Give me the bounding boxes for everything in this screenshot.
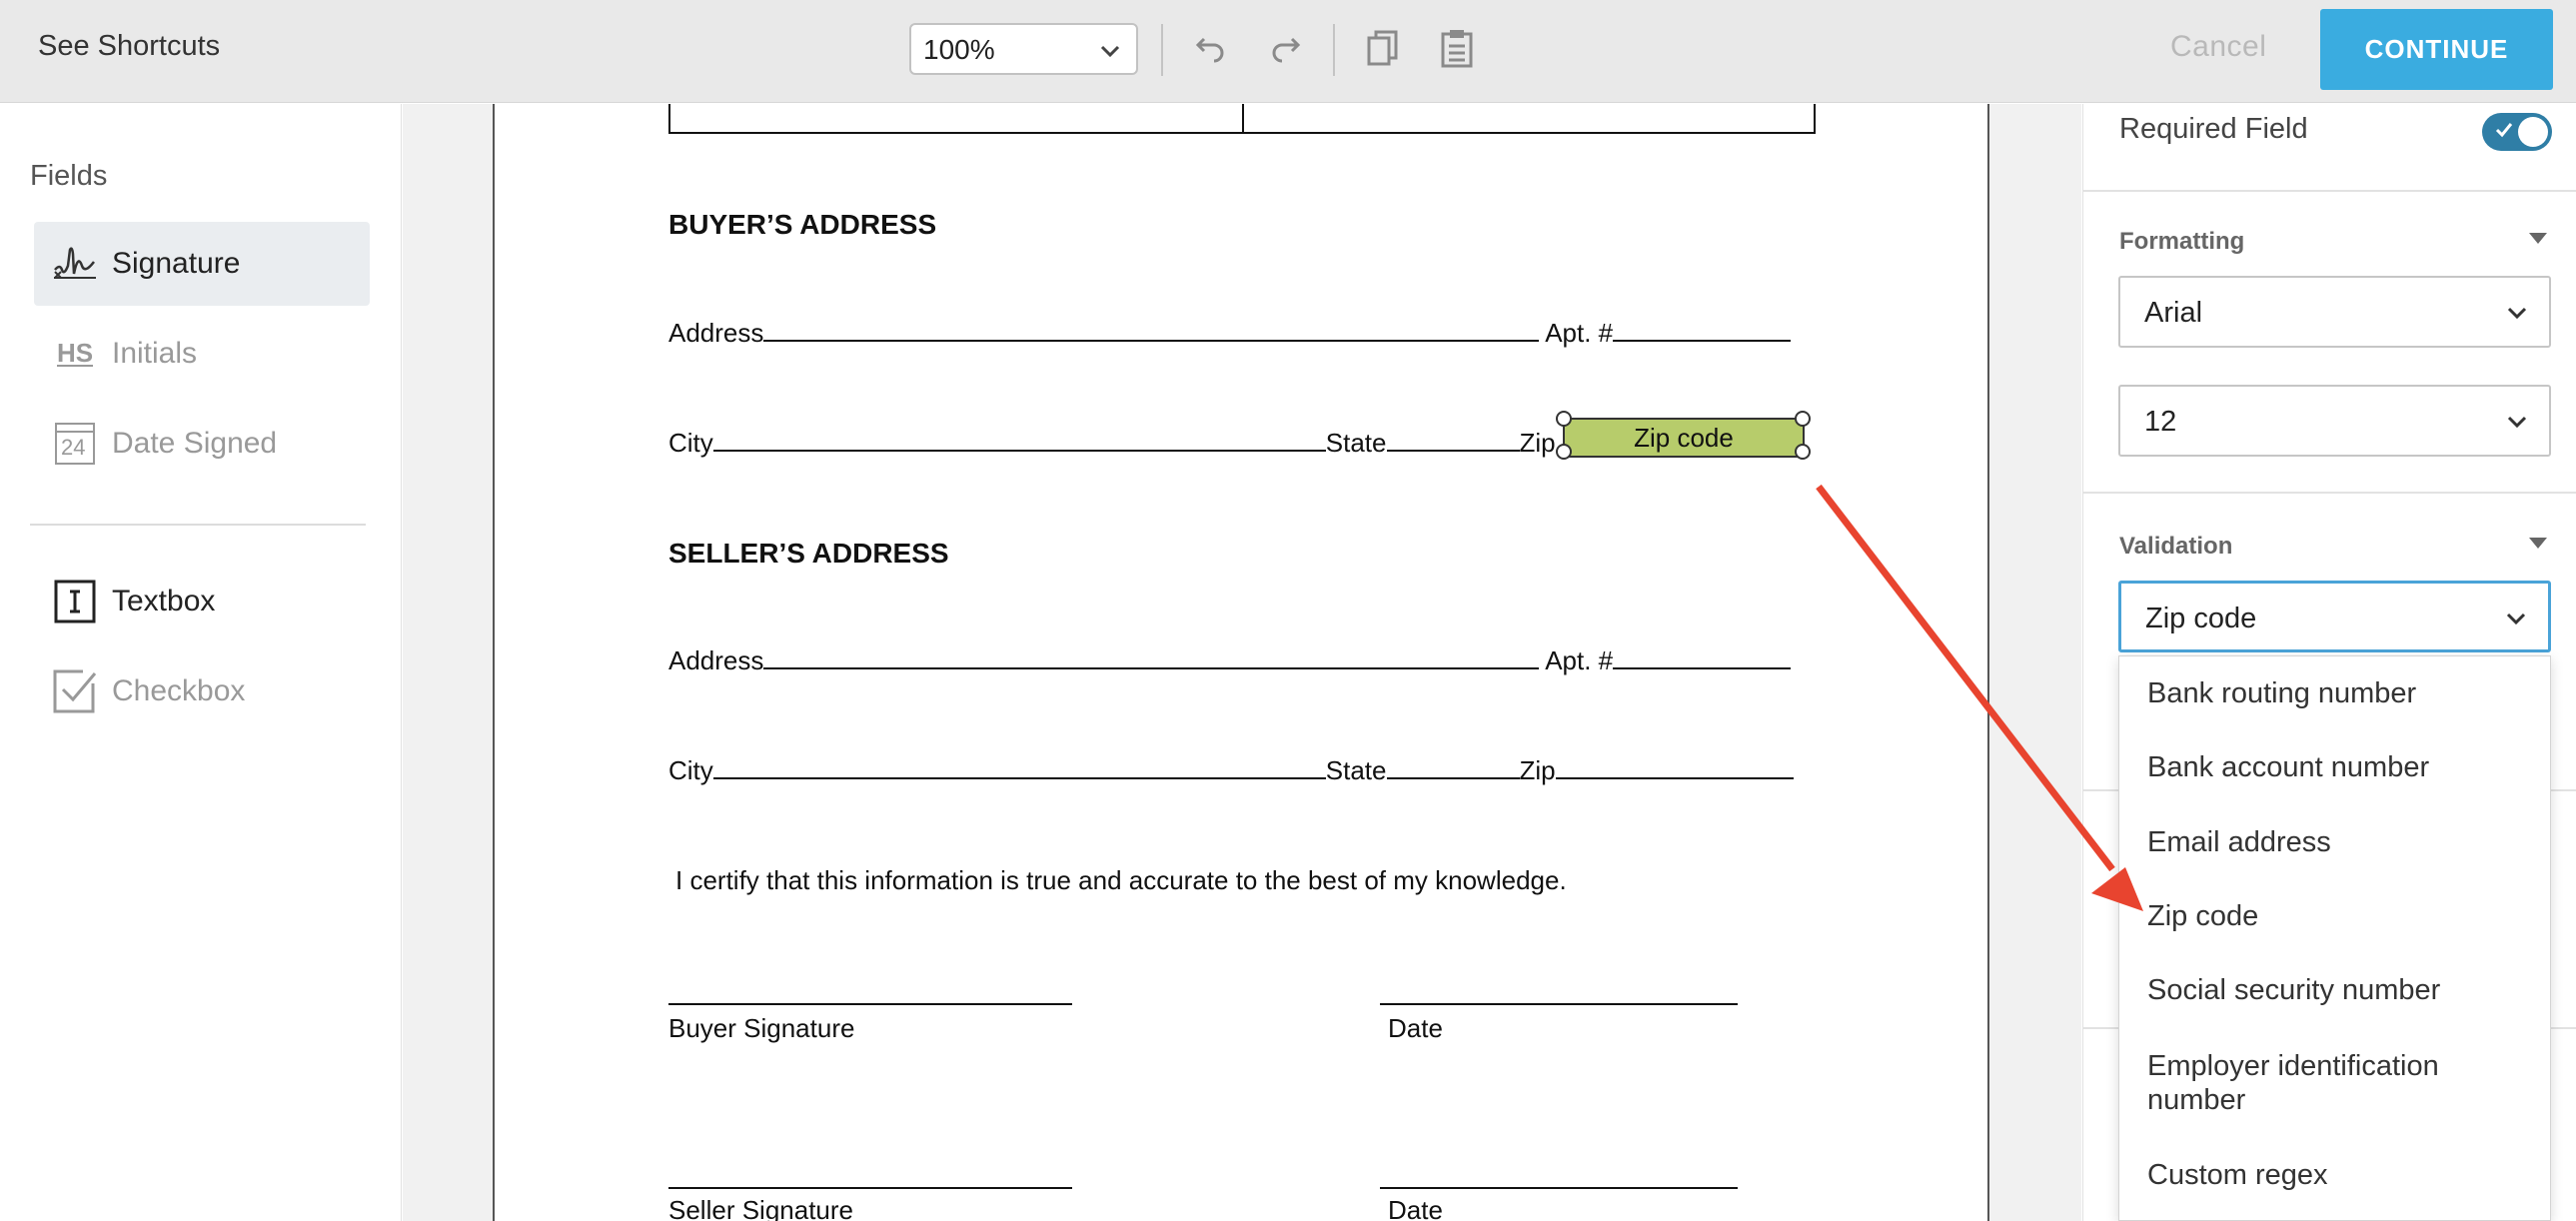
address-label: Address bbox=[668, 318, 764, 348]
option-ein[interactable]: Employer identification number bbox=[2147, 1049, 2537, 1117]
apt-label: Apt. # bbox=[1545, 318, 1614, 348]
field-label: Checkbox bbox=[112, 674, 246, 707]
chevron-down-icon bbox=[1100, 45, 1120, 58]
font-value: Arial bbox=[2144, 297, 2203, 329]
initials-glyph: HS bbox=[56, 338, 94, 368]
font-select[interactable]: Arial bbox=[2118, 276, 2551, 348]
field-label: Textbox bbox=[112, 585, 216, 617]
state-label: State bbox=[1325, 428, 1387, 458]
zoom-value: 100% bbox=[923, 34, 995, 65]
zoom-select[interactable]: 100% bbox=[909, 23, 1138, 75]
font-size-value: 12 bbox=[2144, 406, 2177, 438]
field-label: Signature bbox=[112, 247, 241, 280]
formatting-caret-icon[interactable] bbox=[2529, 233, 2547, 244]
validation-dropdown: Bank routing number Bank account number … bbox=[2118, 655, 2551, 1221]
option-email[interactable]: Email address bbox=[2147, 825, 2331, 859]
toggle-knob bbox=[2518, 117, 2548, 147]
field-textbox[interactable]: Textbox bbox=[34, 560, 370, 643]
option-custom-regex[interactable]: Custom regex bbox=[2147, 1158, 2328, 1192]
required-field-label: Required Field bbox=[2119, 113, 2308, 145]
option-zip-code[interactable]: Zip code bbox=[2147, 899, 2258, 933]
seller-city-line: City State Zip bbox=[668, 755, 1794, 786]
buyer-signature-label: Buyer Signature bbox=[668, 1013, 855, 1043]
signature-line bbox=[668, 1187, 1072, 1189]
fields-panel: Fields Signature HS Initials 24 Date Sig… bbox=[0, 104, 402, 1221]
date-glyph: 24 bbox=[61, 435, 86, 460]
initials-icon: HS bbox=[52, 331, 98, 377]
toolbar-divider bbox=[1333, 24, 1335, 76]
buyer-address-line: Address Apt. # bbox=[668, 318, 1792, 349]
toolbar-divider bbox=[1161, 24, 1163, 76]
date-label: Date bbox=[1388, 1195, 1443, 1221]
copy-icon[interactable] bbox=[1361, 26, 1405, 70]
signature-line bbox=[1380, 1187, 1738, 1189]
zip-code-field[interactable]: Zip code bbox=[1563, 418, 1805, 458]
signature-line bbox=[1380, 1003, 1738, 1005]
seller-address-heading: SELLER’S ADDRESS bbox=[668, 538, 949, 569]
paste-icon[interactable] bbox=[1435, 26, 1479, 70]
field-group-divider bbox=[30, 524, 366, 526]
resize-handle[interactable] bbox=[1556, 411, 1572, 427]
resize-handle[interactable] bbox=[1795, 411, 1811, 427]
option-bank-routing[interactable]: Bank routing number bbox=[2147, 676, 2416, 710]
city-label: City bbox=[668, 428, 713, 458]
address-label: Address bbox=[668, 645, 764, 675]
field-label: Date Signed bbox=[112, 427, 278, 460]
checkbox-icon bbox=[52, 668, 98, 714]
zip-label: Zip bbox=[1519, 755, 1556, 785]
font-size-select[interactable]: 12 bbox=[2118, 385, 2551, 457]
signature-line bbox=[668, 1003, 1072, 1005]
validation-caret-icon[interactable] bbox=[2529, 538, 2547, 549]
panel-divider bbox=[2083, 492, 2576, 494]
calendar-icon: 24 bbox=[52, 421, 98, 467]
see-shortcuts-link[interactable]: See Shortcuts bbox=[38, 30, 220, 63]
field-checkbox[interactable]: Checkbox bbox=[34, 649, 370, 733]
resize-handle[interactable] bbox=[1795, 444, 1811, 460]
chevron-down-icon bbox=[2506, 612, 2526, 625]
signature-icon bbox=[52, 241, 98, 287]
chevron-down-icon bbox=[2507, 307, 2527, 320]
field-label: Initials bbox=[112, 337, 198, 370]
seller-address-line: Address Apt. # bbox=[668, 645, 1792, 676]
field-date-signed[interactable]: 24 Date Signed bbox=[34, 402, 370, 486]
apt-label: Apt. # bbox=[1545, 645, 1614, 675]
field-initials[interactable]: HS Initials bbox=[34, 312, 370, 396]
redo-icon[interactable] bbox=[1263, 26, 1307, 70]
required-field-toggle[interactable] bbox=[2482, 113, 2552, 151]
option-ssn[interactable]: Social security number bbox=[2147, 973, 2440, 1007]
zip-label: Zip bbox=[1519, 428, 1556, 458]
textbox-icon bbox=[52, 579, 98, 624]
validation-value: Zip code bbox=[2145, 603, 2257, 634]
fields-title: Fields bbox=[30, 160, 108, 192]
city-label: City bbox=[668, 755, 713, 785]
formatting-title: Formatting bbox=[2119, 228, 2245, 255]
cancel-button[interactable]: Cancel bbox=[2170, 30, 2266, 64]
certify-statement: I certify that this information is true … bbox=[675, 865, 1567, 895]
buyer-city-line: City State Zip bbox=[668, 428, 1556, 459]
resize-handle[interactable] bbox=[1556, 444, 1572, 460]
chevron-down-icon bbox=[2507, 416, 2527, 429]
undo-icon[interactable] bbox=[1189, 26, 1233, 70]
top-toolbar: See Shortcuts 100% Cancel CONTINUE bbox=[0, 0, 2576, 103]
option-bank-account[interactable]: Bank account number bbox=[2147, 750, 2429, 784]
field-signature[interactable]: Signature bbox=[34, 222, 370, 306]
table-fragment bbox=[668, 104, 1816, 134]
zip-field-label: Zip code bbox=[1634, 422, 1734, 453]
seller-signature-label: Seller Signature bbox=[668, 1195, 853, 1221]
panel-divider bbox=[2083, 190, 2576, 192]
state-label: State bbox=[1325, 755, 1387, 785]
date-label: Date bbox=[1388, 1013, 1443, 1043]
check-icon bbox=[2495, 123, 2513, 138]
validation-select[interactable]: Zip code bbox=[2118, 581, 2551, 652]
buyer-address-heading: BUYER’S ADDRESS bbox=[668, 209, 937, 240]
continue-button[interactable]: CONTINUE bbox=[2320, 9, 2553, 90]
validation-title: Validation bbox=[2119, 533, 2233, 560]
